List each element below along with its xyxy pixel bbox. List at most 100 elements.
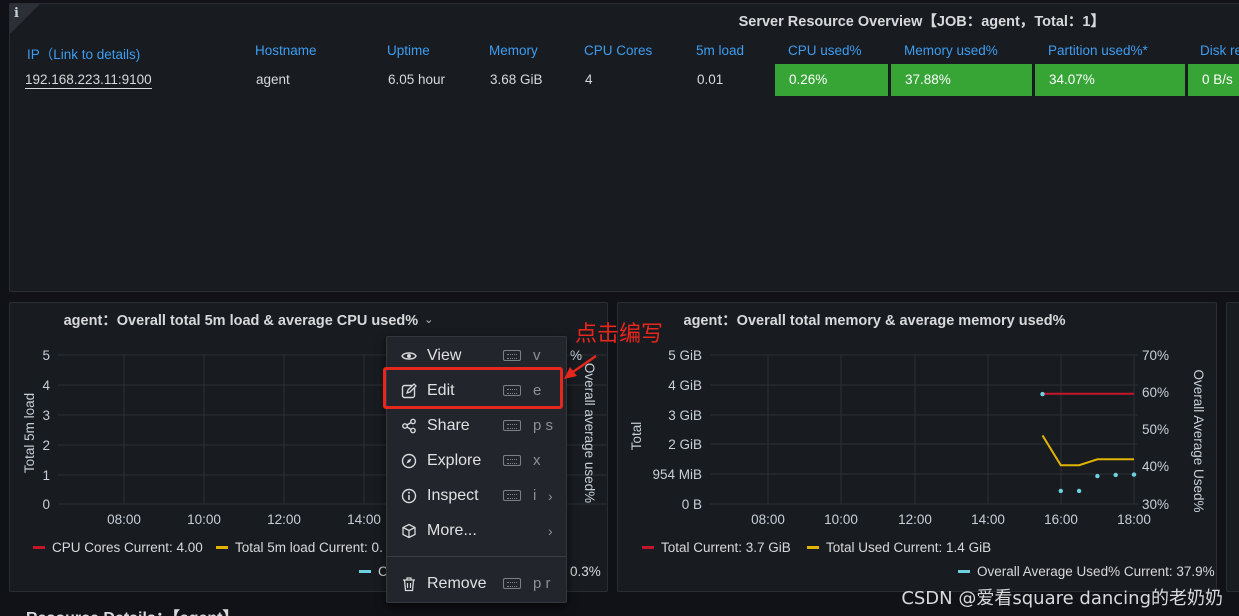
col-header-hostname[interactable]: Hostname — [255, 43, 317, 58]
menu-shortcut: p r — [533, 575, 551, 592]
cell-uptime: 6.05 hour — [388, 72, 446, 87]
menu-shortcut: i — [533, 487, 537, 504]
y-axis-label: Total — [629, 422, 644, 451]
menu-label: Remove — [427, 574, 487, 592]
col-header-partition-used[interactable]: Partition used%* — [1048, 43, 1148, 58]
compass-icon — [400, 452, 418, 470]
y2-tick: 30% — [1142, 497, 1169, 512]
y2-axis-label: Overall Average Used% — [1191, 369, 1206, 512]
cell-partition-used: 34.07% — [1035, 64, 1185, 96]
x-tick: 08:00 — [107, 512, 141, 527]
menu-item-inspect[interactable]: Inspect i › — [387, 478, 566, 513]
keyboard-icon — [503, 420, 521, 431]
legend-label: Total Used Current: 1.4 GiB — [826, 540, 992, 555]
col-header-memory[interactable]: Memory — [489, 43, 538, 58]
menu-item-share[interactable]: Share p s — [387, 408, 566, 443]
y-tick: 3 GiB — [668, 408, 702, 423]
menu-shortcut: v — [533, 347, 541, 364]
legend-label: Overall Average Used% Current: 37.9% — [977, 564, 1215, 579]
col-header-5m-load[interactable]: 5m load — [696, 43, 744, 58]
y2-axis-label: Overall average used% — [582, 363, 597, 503]
cell-memory: 3.68 GiB — [490, 72, 543, 87]
cell-5m-load: 0.01 — [697, 72, 724, 87]
annotation-text: 点击编写 — [575, 322, 664, 347]
y2-tick: 70% — [1142, 348, 1169, 363]
series-point-avg-used — [1131, 472, 1137, 477]
watermark: CSDN @爱看square dancing的老奶奶 — [901, 588, 1223, 609]
col-header-disk-read[interactable]: Disk re — [1200, 43, 1239, 58]
series-point-avg-used — [1095, 473, 1100, 479]
x-tick: 14:00 — [971, 512, 1005, 527]
ip-link[interactable]: 192.168.223.11:9100 — [25, 72, 152, 89]
memory-panel: agent：Overall total memory & average mem… — [617, 302, 1217, 592]
y-tick: 4 — [42, 378, 50, 393]
keyboard-icon — [503, 578, 521, 589]
series-point-avg-used — [1113, 472, 1118, 478]
menu-shortcut: x — [533, 452, 541, 469]
legend-label: CPU Cores Current: 4.00 — [52, 540, 203, 555]
legend-swatch — [33, 546, 45, 549]
x-tick: 16:00 — [1044, 512, 1078, 527]
menu-label: Explore — [427, 451, 482, 469]
menu-divider — [387, 556, 566, 557]
col-header-memory-used[interactable]: Memory used% — [904, 43, 998, 58]
cube-icon — [400, 522, 418, 540]
legend-total[interactable]: Total Current: 3.7 GiB — [642, 540, 791, 555]
info-circle-icon — [400, 487, 418, 505]
legend-swatch — [216, 546, 228, 549]
col-header-ip[interactable]: IP（Link to details) — [27, 43, 140, 63]
legend-total-load[interactable]: Total 5m load Current: 0. — [216, 540, 383, 555]
legend-avg-used[interactable]: Overall Average Used% Current: 37.9% — [958, 564, 1215, 579]
menu-label: More... — [427, 521, 477, 539]
menu-shortcut: p s — [533, 417, 554, 434]
keyboard-icon — [503, 490, 521, 501]
legend-swatch — [958, 570, 970, 573]
y-tick: 2 — [42, 438, 50, 453]
legend-cpu-cores[interactable]: CPU Cores Current: 4.00 — [33, 540, 203, 555]
legend-swatch — [807, 546, 819, 549]
legend-swatch — [642, 546, 654, 549]
y-tick: 5 — [42, 348, 50, 363]
menu-item-more[interactable]: More... › — [387, 513, 566, 548]
y2-tick: 40% — [1142, 459, 1169, 474]
legend-total-used[interactable]: Total Used Current: 1.4 GiB — [807, 540, 991, 555]
series-point-avg-used — [1076, 488, 1082, 494]
x-tick: 08:00 — [751, 512, 785, 527]
menu-item-explore[interactable]: Explore x — [387, 443, 566, 478]
legend-label: Total Current: 3.7 GiB — [661, 540, 791, 555]
resource-details-title[interactable]: Resource Details：【agent】 — [26, 604, 239, 616]
y-tick: 1 — [42, 468, 50, 483]
series-line-total-used — [1041, 434, 1134, 467]
chevron-right-icon: › — [548, 522, 553, 539]
x-tick: 18:00 — [1117, 512, 1151, 527]
x-tick: 10:00 — [187, 512, 221, 527]
col-header-cpu-used[interactable]: CPU used% — [788, 43, 862, 58]
legend-avg-used[interactable]: C — [359, 564, 388, 579]
cell-cpu-cores: 4 — [585, 72, 593, 87]
x-tick: 12:00 — [267, 512, 301, 527]
col-header-cpu-cores[interactable]: CPU Cores — [584, 43, 652, 58]
x-tick: 10:00 — [824, 512, 858, 527]
series-point-avg-used — [1040, 391, 1045, 397]
table-header: IP（Link to details) Hostname Uptime Memo… — [10, 41, 1239, 63]
y2-tick: 50% — [1142, 422, 1169, 437]
y-tick: 2 GiB — [668, 437, 702, 452]
chevron-right-icon: › — [548, 487, 553, 504]
panel-title[interactable]: Server Resource Overview【JOB：agent，Total… — [10, 4, 1105, 36]
series-point-avg-used — [1058, 488, 1063, 494]
menu-label: View — [427, 346, 462, 364]
legend-swatch — [359, 570, 371, 573]
edit-highlight-box — [383, 367, 563, 409]
eye-icon — [400, 347, 418, 365]
cell-disk-read: 0 B/s — [1188, 64, 1239, 96]
trash-icon — [400, 575, 418, 593]
legend-label: Total 5m load Current: 0. — [235, 540, 383, 555]
server-overview-panel: i Server Resource Overview【JOB：agent，Tot… — [9, 3, 1239, 292]
col-header-uptime[interactable]: Uptime — [387, 43, 430, 58]
y-tick: 4 GiB — [668, 378, 702, 393]
offscreen-panel — [1226, 302, 1239, 592]
x-tick: 12:00 — [898, 512, 932, 527]
y-axis-label: Total 5m load — [22, 393, 37, 473]
menu-item-remove[interactable]: Remove p r — [387, 566, 566, 601]
memory-series-marks — [1040, 391, 1137, 494]
